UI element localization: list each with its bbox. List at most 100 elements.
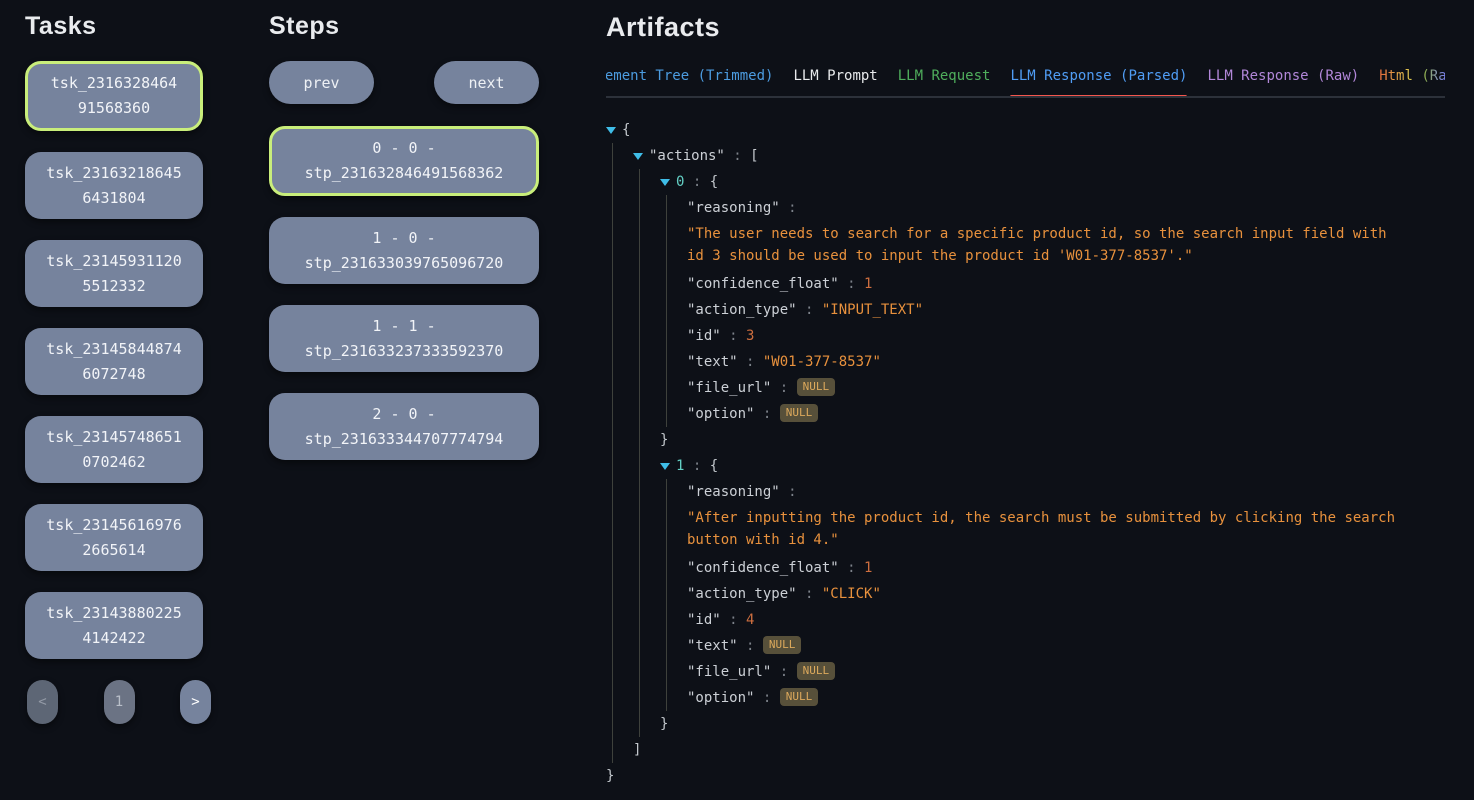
indent-guide <box>612 737 633 763</box>
json-tree-row: "id" : 4 <box>606 607 1446 633</box>
json-key: "confidence_float" <box>687 560 839 576</box>
json-punctuation: : <box>771 664 796 680</box>
pagination-prev-button[interactable]: < <box>27 680 58 724</box>
json-tree-viewer: {"actions" : [0 : {"reasoning" :"The use… <box>606 117 1446 789</box>
json-key: "file_url" <box>687 664 771 680</box>
tab-llm-response-raw-[interactable]: LLM Response (Raw) <box>1207 68 1359 96</box>
step-button[interactable]: 1 - 1 - stp_231633237333592370 <box>269 305 539 372</box>
json-key: "reasoning" <box>687 484 780 500</box>
json-key: "actions" <box>649 148 725 164</box>
json-tree-row: "text" : NULL <box>606 633 1446 659</box>
indent-guide <box>639 685 660 711</box>
tab-llm-response-parsed-[interactable]: LLM Response (Parsed) <box>1010 68 1187 96</box>
indent-guide <box>666 555 687 581</box>
steps-panel: Steps prev next 0 - 0 - stp_231632846491… <box>269 12 539 481</box>
tasks-pagination: < 1 > <box>25 680 211 724</box>
json-punctuation: : <box>839 276 864 292</box>
json-tree-row: } <box>606 427 1446 453</box>
json-punctuation: : <box>721 612 746 628</box>
indent-guide <box>666 297 687 323</box>
step-button[interactable]: 0 - 0 - stp_231632846491568362 <box>269 126 539 196</box>
tab-element-tree-trimmed-[interactable]: Element Tree (Trimmed) <box>606 68 773 96</box>
indent-guide <box>612 271 633 297</box>
json-tree-row: "file_url" : NULL <box>606 659 1446 685</box>
indent-guide <box>639 169 660 195</box>
task-button[interactable]: tsk_231632846491568360 <box>25 61 203 131</box>
task-button[interactable]: tsk_231458448746072748 <box>25 328 203 395</box>
json-null-badge: NULL <box>780 404 819 422</box>
artifacts-panel: Artifacts Element Tree (Trimmed) LLM Prom… <box>606 12 1446 789</box>
expander-icon[interactable] <box>633 153 643 160</box>
json-null-badge: NULL <box>797 662 836 680</box>
json-tree-row: ] <box>606 737 1446 763</box>
expander-icon[interactable] <box>606 127 616 134</box>
indent-guide <box>612 221 633 271</box>
indent-guide <box>612 195 633 221</box>
indent-guide <box>639 221 660 271</box>
json-punctuation: : <box>738 638 763 654</box>
next-step-button[interactable]: next <box>434 61 539 104</box>
task-button[interactable]: tsk_231456169762665614 <box>25 504 203 571</box>
json-bracket: { <box>710 458 718 474</box>
task-button[interactable]: tsk_231632186456431804 <box>25 152 203 219</box>
json-tree-row: "option" : NULL <box>606 685 1446 711</box>
tasks-title: Tasks <box>25 12 203 41</box>
indent-guide <box>612 401 633 427</box>
pagination-page-button[interactable]: 1 <box>104 680 135 724</box>
artifacts-title: Artifacts <box>606 12 1446 43</box>
indent-guide <box>639 427 660 453</box>
indent-guide <box>666 479 687 505</box>
json-key: "action_type" <box>687 302 797 318</box>
json-bracket: } <box>606 768 614 784</box>
indent-guide <box>639 195 660 221</box>
json-value-number: 1 <box>864 276 872 292</box>
json-line-content: "reasoning" : <box>687 195 805 221</box>
indent-guide <box>612 297 633 323</box>
indent-guide <box>666 375 687 401</box>
json-line-content: } <box>660 711 676 737</box>
json-punctuation: : <box>771 380 796 396</box>
indent-guide <box>639 555 660 581</box>
prev-step-button[interactable]: prev <box>269 61 374 104</box>
json-punctuation: : <box>780 200 797 216</box>
expander-icon[interactable] <box>660 179 670 186</box>
indent-guide <box>666 401 687 427</box>
json-tree-row: "text" : "W01-377-8537" <box>606 349 1446 375</box>
indent-guide <box>612 659 633 685</box>
indent-guide <box>612 143 633 169</box>
json-line-content: "id" : 4 <box>687 607 762 633</box>
json-line-content: "file_url" : NULL <box>687 659 843 685</box>
tab-html-raw-[interactable]: Html (Raw) <box>1379 68 1445 96</box>
json-tree-row: "action_type" : "INPUT_TEXT" <box>606 297 1446 323</box>
indent-guide <box>612 711 633 737</box>
tab-llm-prompt[interactable]: LLM Prompt <box>793 68 877 96</box>
json-tree-row: 1 : { <box>606 453 1446 479</box>
json-bracket: { <box>710 174 718 190</box>
expander-icon[interactable] <box>660 463 670 470</box>
indent-guide <box>612 453 633 479</box>
json-punctuation: : <box>684 174 709 190</box>
json-value-string: "The user needs to search for a specific… <box>687 226 1387 264</box>
indent-guide <box>612 555 633 581</box>
tab-llm-request[interactable]: LLM Request <box>898 68 991 96</box>
json-tree-row: } <box>606 763 1446 789</box>
task-button[interactable]: tsk_231438802254142422 <box>25 592 203 659</box>
indent-guide <box>612 581 633 607</box>
json-value-number: 1 <box>864 560 872 576</box>
json-bracket: { <box>622 122 630 138</box>
json-punctuation: : <box>725 148 750 164</box>
json-key: "text" <box>687 354 738 370</box>
artifacts-tab-bar: Element Tree (Trimmed) LLM Prompt LLM Requ… <box>606 65 1445 98</box>
indent-guide <box>639 505 660 555</box>
json-line-content: "text" : "W01-377-8537" <box>687 349 889 375</box>
json-bracket: } <box>660 432 668 448</box>
step-button[interactable]: 1 - 0 - stp_231633039765096720 <box>269 217 539 284</box>
json-key: "text" <box>687 638 738 654</box>
task-button[interactable]: tsk_231457486510702462 <box>25 416 203 483</box>
json-tree-row: "actions" : [ <box>606 143 1446 169</box>
pagination-next-button[interactable]: > <box>180 680 211 724</box>
indent-guide <box>639 479 660 505</box>
json-punctuation: : <box>738 354 763 370</box>
task-button[interactable]: tsk_231459311205512332 <box>25 240 203 307</box>
step-button[interactable]: 2 - 0 - stp_231633344707774794 <box>269 393 539 460</box>
